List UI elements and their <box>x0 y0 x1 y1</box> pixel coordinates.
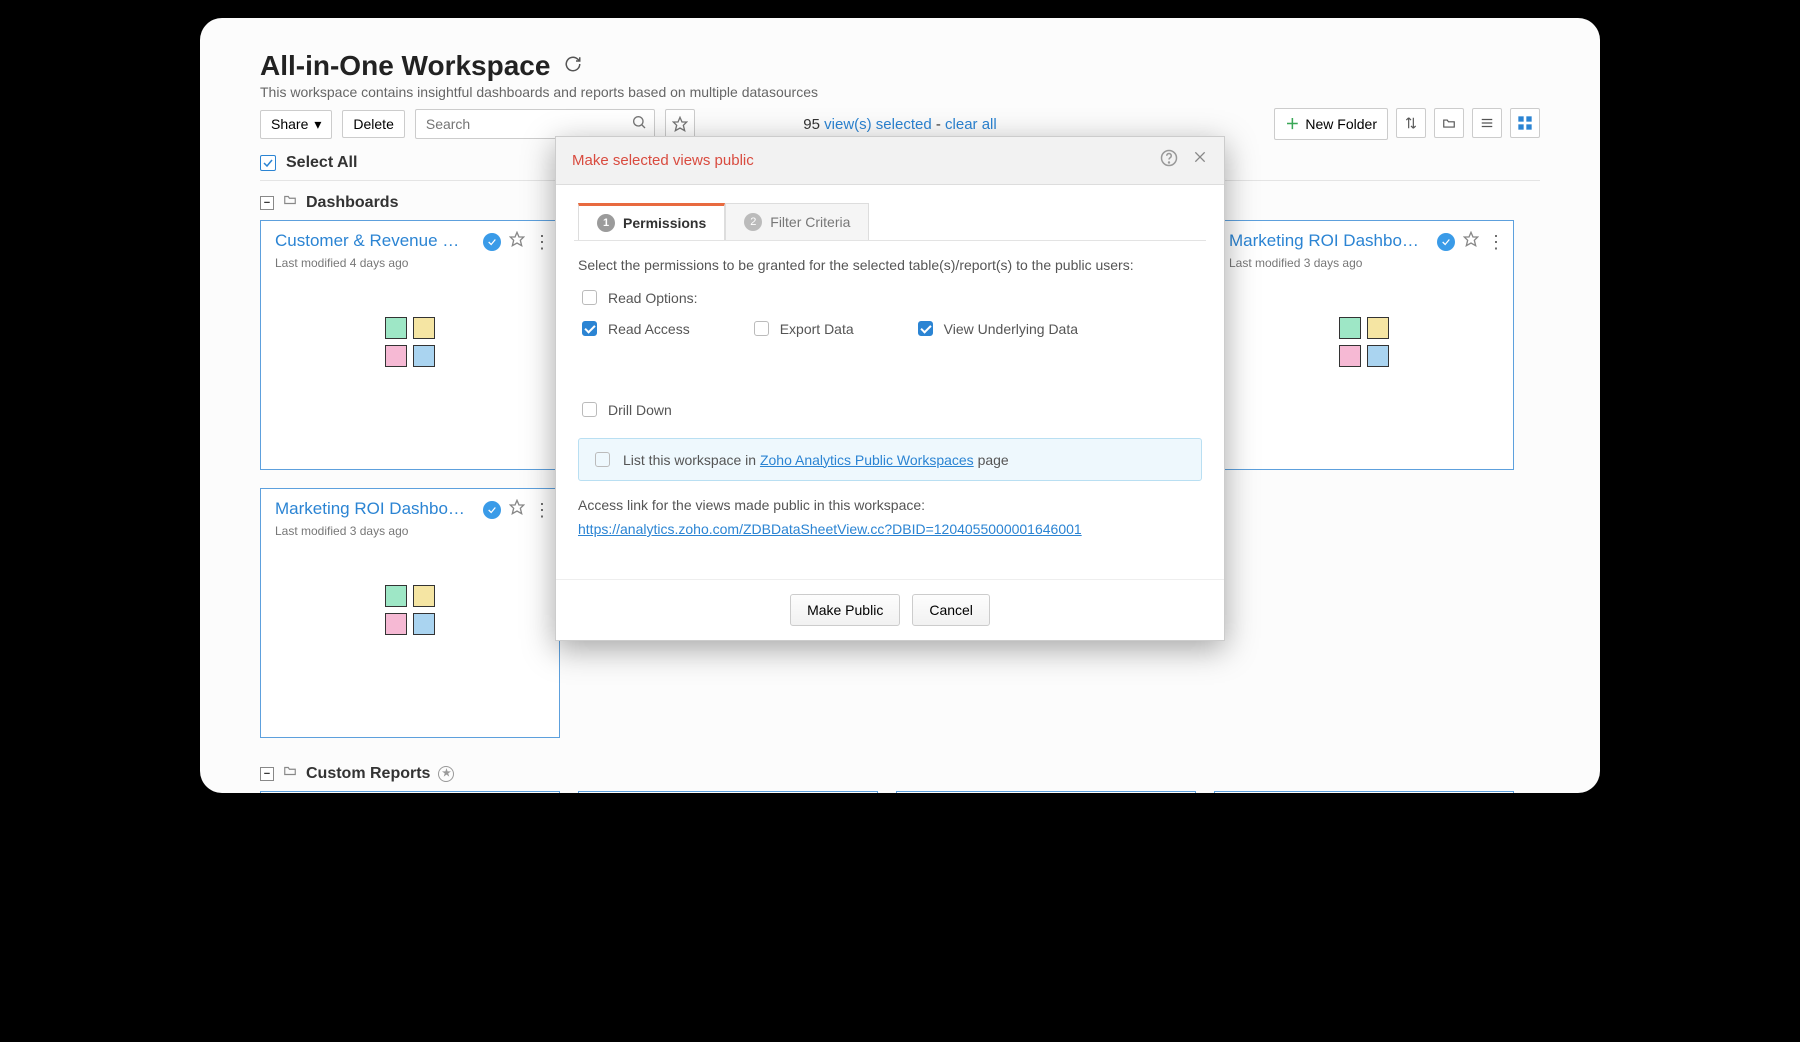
make-public-button[interactable]: Make Public <box>790 594 900 626</box>
section-custom-reports-label: Custom Reports <box>306 765 430 783</box>
list-workspace-box: List this workspace in Zoho Analytics Pu… <box>578 438 1202 481</box>
star-icon[interactable] <box>1463 231 1479 252</box>
modal-header: Make selected views public <box>556 137 1224 185</box>
new-folder-label: New Folder <box>1305 116 1377 132</box>
refresh-icon[interactable] <box>564 55 582 78</box>
new-folder-button[interactable]: ＋ New Folder <box>1274 108 1388 140</box>
card-title: Marketing ROI Dashboard <box>1229 231 1419 251</box>
views-selected-link[interactable]: view(s) selected <box>824 116 932 133</box>
modal-body: Select the permissions to be granted for… <box>556 241 1224 553</box>
folder-view-button[interactable] <box>1434 108 1464 138</box>
dashboard-thumb-icon <box>385 317 435 373</box>
chevron-down-icon: ▾ <box>314 116 321 133</box>
delete-button[interactable]: Delete <box>342 110 404 138</box>
permissions-intro: Select the permissions to be granted for… <box>578 257 1202 273</box>
selection-info: 95 view(s) selected - clear all <box>803 116 996 133</box>
report-card[interactable] <box>896 791 1196 793</box>
selected-badge-icon <box>1437 233 1455 251</box>
plus-icon: ＋ <box>1285 114 1299 134</box>
step-number-icon: 1 <box>597 214 615 232</box>
favorite-filter-button[interactable] <box>665 109 695 139</box>
select-all-label: Select All <box>286 154 357 172</box>
select-all-checkbox[interactable] <box>260 155 276 171</box>
collapse-icon[interactable]: − <box>260 196 274 210</box>
more-icon[interactable]: ⋮ <box>1487 233 1505 251</box>
selection-count: 95 <box>803 116 820 133</box>
make-public-modal: Make selected views public 1 Permissions… <box>555 136 1225 641</box>
share-button[interactable]: Share ▾ <box>260 110 332 139</box>
dashboard-card[interactable]: Marketing ROI Dashboar... ⋮ Last modifie… <box>260 488 560 738</box>
page-subtitle: This workspace contains insightful dashb… <box>260 84 1540 100</box>
card-title: Customer & Revenue Da... <box>275 231 465 251</box>
list-workspace-checkbox[interactable] <box>595 452 610 467</box>
read-access-checkbox[interactable] <box>582 321 597 336</box>
selected-badge-icon <box>483 233 501 251</box>
search-input-wrap <box>415 109 655 139</box>
star-circle-icon[interactable]: ★ <box>438 766 454 782</box>
section-dashboards-label: Dashboards <box>306 194 398 212</box>
dashboard-card[interactable]: Marketing ROI Dashboard ⋮ Last modified … <box>1214 220 1514 470</box>
modal-title: Make selected views public <box>572 152 754 169</box>
right-toolbar: ＋ New Folder <box>1274 108 1540 140</box>
card-modified: Last modified 3 days ago <box>1229 256 1499 270</box>
selected-badge-icon <box>483 501 501 519</box>
report-cards <box>260 791 1540 793</box>
access-link-label: Access link for the views made public in… <box>578 497 1202 513</box>
more-icon[interactable]: ⋮ <box>533 233 551 251</box>
export-data-checkbox[interactable] <box>754 321 769 336</box>
dashboard-thumb-icon <box>385 585 435 641</box>
drill-down-checkbox[interactable] <box>582 402 597 417</box>
star-icon[interactable] <box>509 231 525 252</box>
cancel-button[interactable]: Cancel <box>912 594 990 626</box>
drill-down-label: Drill Down <box>608 402 672 418</box>
close-icon[interactable] <box>1192 149 1208 172</box>
report-card[interactable] <box>1214 791 1514 793</box>
tab-filter-criteria[interactable]: 2 Filter Criteria <box>725 203 869 240</box>
tab-filter-label: Filter Criteria <box>770 214 850 230</box>
grid-view-button[interactable] <box>1510 108 1540 138</box>
card-modified: Last modified 3 days ago <box>275 524 545 538</box>
public-workspaces-link[interactable]: Zoho Analytics Public Workspaces <box>760 452 974 468</box>
read-options-checkbox[interactable] <box>582 290 597 305</box>
step-number-icon: 2 <box>744 213 762 231</box>
list-view-button[interactable] <box>1472 108 1502 138</box>
star-icon[interactable] <box>509 499 525 520</box>
report-card[interactable] <box>578 791 878 793</box>
read-access-label: Read Access <box>608 321 690 337</box>
header: All-in-One Workspace This workspace cont… <box>200 18 1600 140</box>
list-suffix: page <box>974 452 1009 468</box>
sort-button[interactable] <box>1396 108 1426 138</box>
app-window: All-in-One Workspace This workspace cont… <box>200 18 1600 793</box>
dashboard-thumb-icon <box>1339 317 1389 373</box>
section-custom-reports: − Custom Reports ★ <box>260 752 1540 791</box>
view-underlying-label: View Underlying Data <box>944 321 1078 337</box>
modal-footer: Make Public Cancel <box>556 579 1224 640</box>
share-label: Share <box>271 116 308 132</box>
folder-icon <box>282 764 298 783</box>
read-options-label: Read Options: <box>608 290 698 306</box>
card-modified: Last modified 4 days ago <box>275 256 545 270</box>
selection-separator: - <box>936 116 945 133</box>
list-workspace-text: List this workspace in Zoho Analytics Pu… <box>623 452 1009 468</box>
page-title: All-in-One Workspace <box>260 50 550 82</box>
report-card[interactable] <box>260 791 560 793</box>
list-prefix: List this workspace in <box>623 452 760 468</box>
tab-permissions-label: Permissions <box>623 215 706 231</box>
search-icon[interactable] <box>631 114 647 135</box>
tab-permissions[interactable]: 1 Permissions <box>578 203 725 240</box>
more-icon[interactable]: ⋮ <box>533 501 551 519</box>
card-title: Marketing ROI Dashboar... <box>275 499 465 519</box>
clear-all-link[interactable]: clear all <box>945 116 997 133</box>
modal-tabs: 1 Permissions 2 Filter Criteria <box>578 203 1224 240</box>
folder-icon <box>282 193 298 212</box>
search-input[interactable] <box>415 109 655 139</box>
view-underlying-checkbox[interactable] <box>918 321 933 336</box>
help-icon[interactable] <box>1160 149 1178 172</box>
collapse-icon[interactable]: − <box>260 767 274 781</box>
access-link[interactable]: https://analytics.zoho.com/ZDBDataSheetV… <box>578 521 1082 537</box>
dashboard-card[interactable]: Customer & Revenue Da... ⋮ Last modified… <box>260 220 560 470</box>
export-data-label: Export Data <box>780 321 854 337</box>
